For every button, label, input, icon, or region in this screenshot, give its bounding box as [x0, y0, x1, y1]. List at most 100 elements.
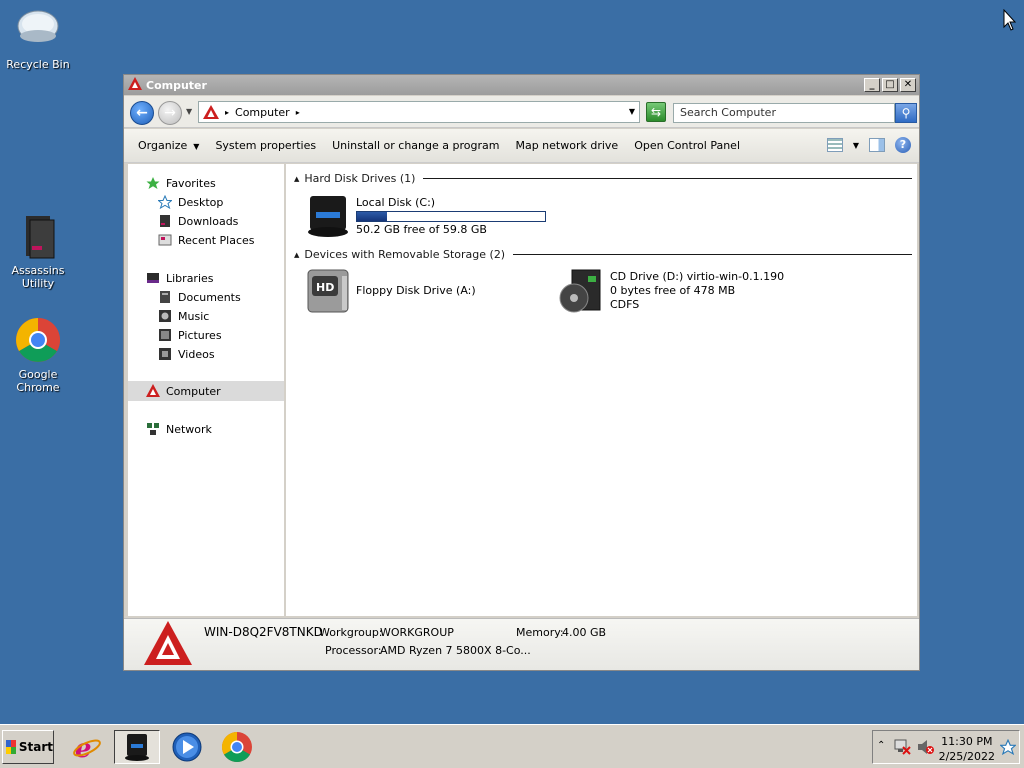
nav-music[interactable]: Music	[158, 309, 209, 323]
nav-label: Documents	[178, 290, 241, 304]
collapse-icon: ▲	[294, 174, 300, 183]
forward-button[interactable]: →	[158, 101, 182, 125]
address-dropdown-icon[interactable]: ▼	[629, 107, 635, 116]
desktop-icon-label: Recycle Bin	[6, 58, 70, 71]
taskbar: Start e ⌃ 11:30 PM 2/25/2022	[0, 724, 1024, 768]
drive-c[interactable]: Local Disk (C:) 50.2 GB free of 59.8 GB	[306, 194, 556, 240]
help-icon[interactable]: ?	[895, 137, 911, 153]
desktop-icon-recycle-bin[interactable]: Recycle Bin	[0, 6, 76, 71]
breadcrumb-separator-icon[interactable]: ▸	[296, 108, 300, 117]
explorer-window: Computer _ □ ✕ ← → ▼ ▸ Computer ▸ ▼ ⇆ Se…	[123, 74, 920, 671]
nav-favorites[interactable]: Favorites	[146, 176, 216, 190]
chrome-icon[interactable]	[220, 730, 254, 764]
desktop-icon-google-chrome[interactable]: Google Chrome	[0, 316, 76, 394]
workgroup-value: WORKGROUP	[380, 626, 454, 639]
address-bar[interactable]: ▸ Computer ▸ ▼	[198, 101, 640, 123]
close-button[interactable]: ✕	[900, 78, 916, 92]
star-icon[interactable]	[999, 738, 1017, 758]
maximize-button[interactable]: □	[882, 78, 898, 92]
start-button[interactable]: Start	[2, 730, 54, 764]
desktop-star-icon	[157, 194, 173, 210]
change-view-icon[interactable]	[826, 138, 843, 152]
chevron-down-icon[interactable]: ▼	[853, 141, 859, 150]
processor-label: Processor:	[325, 644, 382, 657]
nav-videos[interactable]: Videos	[158, 347, 215, 361]
refresh-button[interactable]: ⇆	[646, 102, 666, 122]
nav-downloads[interactable]: Downloads	[158, 214, 238, 228]
volume-muted-icon[interactable]	[917, 739, 935, 758]
chrome-icon	[14, 316, 62, 364]
desktop-icon-assassins-utility[interactable]: Assassins Utility	[0, 212, 76, 290]
libraries-icon	[146, 271, 160, 285]
drive-d-name: CD Drive (D:) virtio-win-0.1.190	[610, 270, 785, 283]
documents-icon	[158, 290, 172, 304]
recent-pages-dropdown-icon[interactable]: ▼	[186, 107, 192, 116]
drive-c-usage-fill	[357, 212, 388, 221]
preview-pane-icon[interactable]	[869, 138, 885, 152]
nav-desktop[interactable]: Desktop	[157, 194, 223, 210]
search-icon[interactable]: ⚲	[895, 103, 917, 123]
processor-value: AMD Ryzen 7 5800X 8-Co...	[380, 644, 531, 657]
computer-logo-icon	[146, 384, 160, 398]
group-header-hard-disk-drives[interactable]: ▲ Hard Disk Drives (1)	[294, 172, 912, 185]
breadcrumb-computer[interactable]: Computer	[235, 106, 290, 119]
workgroup-label: Workgroup:	[319, 626, 383, 639]
nav-computer[interactable]: Computer	[146, 384, 221, 398]
internet-explorer-icon[interactable]: e	[70, 730, 104, 764]
star-icon	[146, 176, 160, 190]
mouse-cursor-icon	[1003, 8, 1017, 34]
nav-recent-places[interactable]: Recent Places	[158, 233, 255, 247]
nav-label: Downloads	[178, 214, 239, 228]
drive-d-free-space: 0 bytes free of 478 MB	[610, 284, 736, 297]
nav-label: Favorites	[166, 176, 216, 190]
search-input[interactable]: Search Computer	[673, 103, 895, 123]
navigation-pane: Favorites Desktop Downloads Recent Place…	[128, 164, 284, 616]
computer-logo-icon	[203, 105, 219, 122]
desktop-icon-label: Assassins Utility	[11, 264, 65, 290]
chevron-down-icon: ▼	[193, 142, 200, 151]
open-control-panel-button[interactable]: Open Control Panel	[634, 139, 740, 152]
media-player-icon[interactable]	[170, 730, 204, 764]
organize-button[interactable]: Organize ▼	[138, 139, 199, 152]
videos-icon	[158, 347, 172, 361]
organize-label: Organize	[138, 139, 188, 152]
floppy-drive-icon: HD	[306, 268, 352, 319]
nav-label: Videos	[178, 347, 215, 361]
map-network-drive-button[interactable]: Map network drive	[515, 139, 618, 152]
uninstall-program-button[interactable]: Uninstall or change a program	[332, 139, 499, 152]
clock-time: 11:30 PM	[941, 735, 993, 748]
nav-documents[interactable]: Documents	[158, 290, 241, 304]
drive-c-usage-bar	[356, 211, 546, 222]
nav-label: Music	[178, 309, 210, 323]
windows-flag-icon	[6, 740, 16, 754]
clock-date: 2/25/2022	[938, 750, 995, 763]
clock[interactable]: 11:30 PM 2/25/2022	[939, 734, 995, 764]
breadcrumb-separator-icon[interactable]: ▸	[225, 108, 229, 117]
svg-text:HD: HD	[316, 281, 334, 294]
music-icon	[158, 309, 172, 323]
explorer-taskbar-button[interactable]	[114, 730, 160, 764]
system-properties-button[interactable]: System properties	[215, 139, 316, 152]
drive-d[interactable]: CD Drive (D:) virtio-win-0.1.190 0 bytes…	[558, 268, 808, 318]
group-header-label: Devices with Removable Storage (2)	[304, 248, 506, 261]
show-hidden-icons-icon[interactable]: ⌃	[877, 740, 885, 751]
nav-label: Recent Places	[178, 233, 255, 247]
drive-d-filesystem: CDFS	[610, 298, 640, 311]
downloads-icon	[158, 214, 172, 228]
drive-a[interactable]: HD Floppy Disk Drive (A:)	[306, 268, 506, 318]
network-status-icon[interactable]	[893, 739, 911, 758]
nav-libraries[interactable]: Libraries	[146, 271, 214, 285]
nav-network[interactable]: Network	[146, 422, 212, 436]
group-header-removable-storage[interactable]: ▲ Devices with Removable Storage (2)	[294, 248, 912, 261]
group-divider	[513, 254, 912, 255]
back-button[interactable]: ←	[130, 101, 154, 125]
nav-label: Computer	[166, 384, 221, 398]
computer-logo-icon	[144, 621, 192, 668]
pictures-icon	[158, 328, 172, 342]
minimize-button[interactable]: _	[864, 78, 880, 92]
recent-places-icon	[158, 233, 172, 247]
drive-c-free-space: 50.2 GB free of 59.8 GB	[356, 223, 487, 236]
title-bar[interactable]: Computer _ □ ✕	[124, 75, 919, 95]
desktop-icon-label: Google Chrome	[16, 368, 60, 394]
nav-pictures[interactable]: Pictures	[158, 328, 222, 342]
